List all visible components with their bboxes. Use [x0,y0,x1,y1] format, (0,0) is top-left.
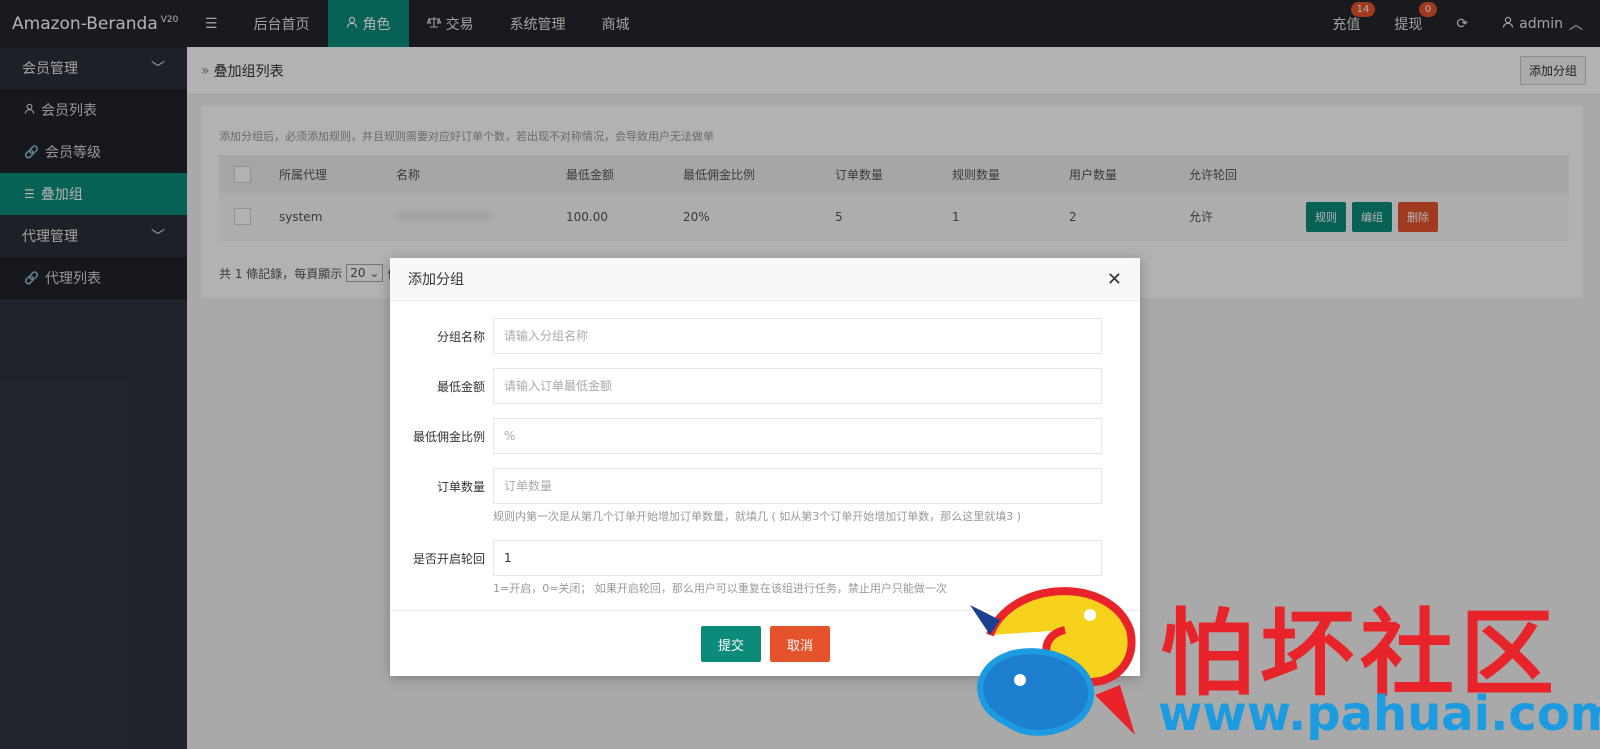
field-label: 最低佣金比例 [412,430,485,444]
field-label: 订单数量 [436,480,485,494]
min-amount-input[interactable] [493,368,1102,404]
field-label: 分组名称 [436,330,485,344]
field-label: 最低金额 [436,380,485,394]
group-name-input[interactable] [493,318,1102,354]
loop-input[interactable] [493,540,1102,576]
cancel-button[interactable]: 取消 [770,626,830,662]
close-icon[interactable]: ✕ [1107,269,1122,290]
dialog-title: 添加分组 [408,272,464,288]
dialog-header: 添加分组 ✕ [390,258,1140,301]
min-ratio-input[interactable] [493,418,1102,454]
submit-button[interactable]: 提交 [701,626,761,662]
watermark-url: www.pahuai.com [1158,686,1600,742]
order-count-hint: 规则内第一次是从第几个订单开始增加订单数量，就填几 ( 如从第3个订单开始增加订… [493,510,1022,523]
fish-logo-icon [970,587,1136,736]
field-label: 是否开启轮回 [412,552,485,566]
order-count-input[interactable] [493,468,1102,504]
loop-hint: 1=开启，0=关闭； 如果开启轮回，那么用户可以重复在该组进行任务，禁止用户只能… [493,582,947,595]
